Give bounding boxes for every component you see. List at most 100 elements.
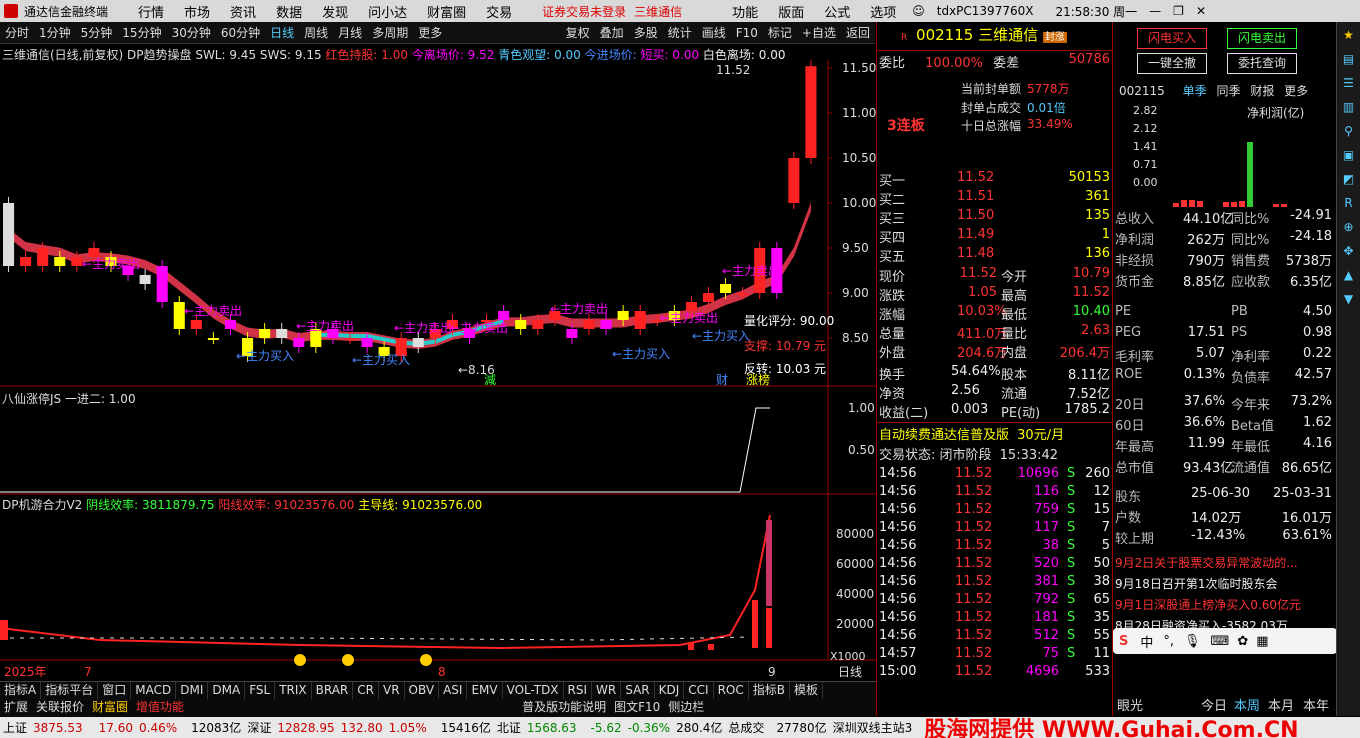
btab-11[interactable]: OBV xyxy=(405,682,440,699)
btab-16[interactable]: WR xyxy=(592,682,622,699)
btab-22[interactable]: 模板 xyxy=(790,682,823,699)
news-item[interactable]: 9月2日关于股票交易异常波动的... xyxy=(1113,554,1336,573)
side-star-icon[interactable]: ★ xyxy=(1337,28,1360,42)
btab-14[interactable]: VOL-TDX xyxy=(503,682,564,699)
ime-grid-icon[interactable]: ▦ xyxy=(1256,634,1268,649)
ime-keyboard-icon[interactable]: ⌨ xyxy=(1211,634,1230,649)
ext-tab-4[interactable]: 普及版功能说明 xyxy=(518,699,610,717)
period-15min[interactable]: 15分钟 xyxy=(117,24,166,41)
menu-shuju[interactable]: 数据 xyxy=(266,2,312,21)
minimize-icon[interactable]: — xyxy=(1143,4,1167,18)
fin-tab-tongji[interactable]: 同季 xyxy=(1216,84,1240,98)
buy-row[interactable]: 买三 11.50 135 xyxy=(877,208,1112,227)
period-multi[interactable]: 多周期 xyxy=(367,24,413,41)
side-zoomin-icon[interactable]: ⊕ xyxy=(1337,220,1360,234)
ime-mic-icon[interactable]: 🎙 xyxy=(1184,634,1201,649)
ext-tab-5[interactable]: 图文F10 xyxy=(610,699,664,717)
period-more[interactable]: 更多 xyxy=(413,24,447,41)
period-weekly[interactable]: 周线 xyxy=(299,24,333,41)
ext-tab-1[interactable]: 关联报价 xyxy=(32,699,88,717)
btab-13[interactable]: EMV xyxy=(467,682,503,699)
side-chart-icon[interactable]: ▤ xyxy=(1337,52,1360,66)
chart-area[interactable]: 11.5011.0010.5010.009.509.008.50←主力卖出←主力… xyxy=(0,60,876,680)
menu-gongneng[interactable]: 功能 xyxy=(722,2,768,21)
btn-duogu[interactable]: 多股 xyxy=(629,24,663,41)
order-query-button[interactable]: 委托查询 xyxy=(1227,53,1297,74)
menu-shichang[interactable]: 市场 xyxy=(174,2,220,21)
menu-wenxiaoda[interactable]: 问小达 xyxy=(358,2,417,21)
btab-2[interactable]: 窗口 xyxy=(98,682,132,699)
btab-5[interactable]: DMA xyxy=(208,682,246,699)
ext-tab-6[interactable]: 侧边栏 xyxy=(664,699,708,717)
period-1min[interactable]: 1分钟 xyxy=(34,24,76,41)
ad-text[interactable]: 自动续费通达信普及版 xyxy=(879,428,1009,443)
cancel-all-button[interactable]: 一键全撤 xyxy=(1137,53,1207,74)
login-notice[interactable]: 证券交易未登录 xyxy=(542,3,626,20)
ime-toolbar[interactable]: S 中 °, 🎙 ⌨ ✿ ▦ xyxy=(1113,628,1337,654)
server-site[interactable]: 深圳双线主站3 xyxy=(830,719,916,736)
btab-3[interactable]: MACD xyxy=(131,682,177,699)
side-trend-icon[interactable]: ◩ xyxy=(1337,172,1360,186)
btn-diejia[interactable]: 叠加 xyxy=(595,24,629,41)
flash-sell-button[interactable]: 闪电卖出 xyxy=(1227,28,1297,49)
side-down-icon[interactable]: ▼ xyxy=(1337,292,1360,306)
side-list-icon[interactable]: ☰ xyxy=(1337,76,1360,90)
side-bars-icon[interactable]: ▥ xyxy=(1337,100,1360,114)
menu-banmian[interactable]: 版面 xyxy=(768,2,814,21)
btab-18[interactable]: KDJ xyxy=(655,682,685,699)
btn-zixuan[interactable]: +自选 xyxy=(797,24,841,41)
btab-7[interactable]: TRIX xyxy=(275,682,312,699)
fin-tab-caibao[interactable]: 财报 xyxy=(1250,84,1274,98)
btab-20[interactable]: ROC xyxy=(714,682,749,699)
buy-row[interactable]: 买二 11.51 361 xyxy=(877,189,1112,208)
ext-tab-2[interactable]: 财富圈 xyxy=(88,699,132,717)
menu-jiaoyi[interactable]: 交易 xyxy=(476,2,522,21)
btn-tongji[interactable]: 统计 xyxy=(663,24,697,41)
period-60min[interactable]: 60分钟 xyxy=(216,24,265,41)
ime-skin-icon[interactable]: ✿ xyxy=(1237,634,1248,649)
menu-faxian[interactable]: 发现 xyxy=(312,2,358,21)
side-move-icon[interactable]: ✥ xyxy=(1337,244,1360,258)
buy-row[interactable]: 买五 11.48 136 xyxy=(877,246,1112,265)
btn-fuquan[interactable]: 复权 xyxy=(561,24,595,41)
menu-zixun[interactable]: 资讯 xyxy=(220,2,266,21)
menu-xuanxiang[interactable]: 选项 xyxy=(860,2,906,21)
btab-4[interactable]: DMI xyxy=(176,682,209,699)
btab-10[interactable]: VR xyxy=(379,682,405,699)
side-book-icon[interactable]: ▣ xyxy=(1337,148,1360,162)
fin-tab-more[interactable]: 更多 xyxy=(1284,84,1308,98)
ext-tab-3[interactable]: 增值功能 xyxy=(132,699,188,717)
restore-icon[interactable]: ❐ xyxy=(1167,4,1190,18)
btab-8[interactable]: BRAR xyxy=(312,682,354,699)
ad-price[interactable]: 30元/月 xyxy=(1017,428,1064,443)
buy-row[interactable]: 买四 11.49 1 xyxy=(877,227,1112,246)
ext-tab-0[interactable]: 扩展 xyxy=(0,699,32,717)
close-icon[interactable]: ✕ xyxy=(1190,4,1212,18)
news-item[interactable]: 9月18日召开第1次临时股东会 xyxy=(1113,575,1336,594)
menu-gongshi[interactable]: 公式 xyxy=(814,2,860,21)
menu-hangqing[interactable]: 行情 xyxy=(128,2,174,21)
bottom-year[interactable]: 本年 xyxy=(1303,695,1329,714)
menu-caifuquan[interactable]: 财富圈 xyxy=(417,2,476,21)
side-rsi-icon[interactable]: R xyxy=(1337,196,1360,210)
buy-row[interactable]: 买一 11.52 50153 xyxy=(877,170,1112,189)
btab-21[interactable]: 指标B xyxy=(749,682,790,699)
btn-huaxian[interactable]: 画线 xyxy=(697,24,731,41)
btn-biaoji[interactable]: 标记 xyxy=(763,24,797,41)
btn-fanhui[interactable]: 返回 xyxy=(841,24,875,41)
btab-9[interactable]: CR xyxy=(353,682,379,699)
user-icon[interactable]: ☺ xyxy=(906,4,931,18)
period-monthly[interactable]: 月线 xyxy=(333,24,367,41)
btn-f10[interactable]: F10 xyxy=(731,26,763,40)
period-daily[interactable]: 日线 xyxy=(265,24,299,41)
btab-15[interactable]: RSI xyxy=(564,682,593,699)
flash-buy-button[interactable]: 闪电买入 xyxy=(1137,28,1207,49)
side-search-icon[interactable]: ⚲ xyxy=(1337,124,1360,138)
btab-19[interactable]: CCI xyxy=(684,682,714,699)
period-fenshi[interactable]: 分时 xyxy=(0,24,34,41)
news-item[interactable]: 9月1日深股通上榜净买入0.60亿元 xyxy=(1113,596,1336,615)
period-30min[interactable]: 30分钟 xyxy=(167,24,216,41)
btab-1[interactable]: 指标平台 xyxy=(41,682,99,699)
period-5min[interactable]: 5分钟 xyxy=(76,24,118,41)
btab-0[interactable]: 指标A xyxy=(0,682,42,699)
